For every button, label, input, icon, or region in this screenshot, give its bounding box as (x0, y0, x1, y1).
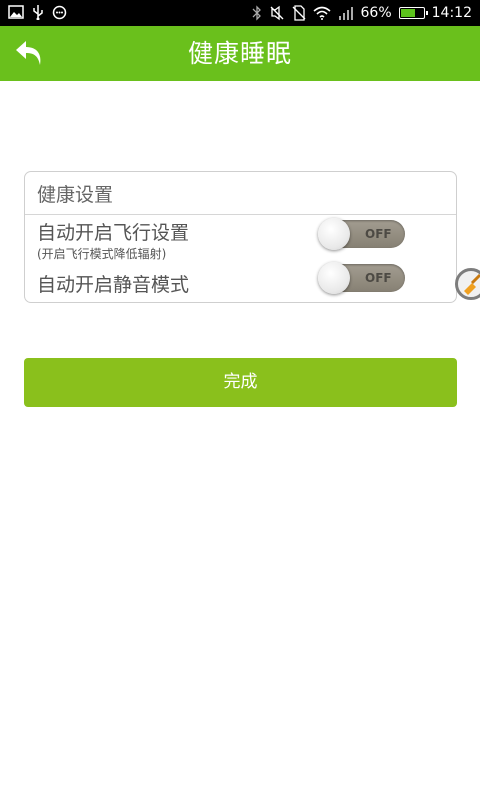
airplane-setting-sublabel: (开启飞行模式降低辐射) (37, 247, 167, 261)
done-button[interactable]: 完成 (24, 358, 457, 407)
airplane-setting-label: 自动开启飞行设置 (37, 222, 190, 244)
vibrate-off-icon (270, 5, 283, 21)
page-title: 健康睡眠 (187, 39, 292, 68)
usb-icon (33, 5, 43, 20)
image-icon (8, 5, 24, 19)
floating-assistant-button[interactable] (455, 268, 480, 300)
battery-icon (398, 7, 428, 19)
silent-mode-toggle[interactable]: OFF (318, 262, 405, 294)
status-bar: 66% 14:12 (0, 0, 480, 26)
bluetooth-icon (252, 5, 261, 21)
signal-icon (338, 7, 353, 20)
status-left-icons (8, 4, 67, 20)
card-divider (25, 214, 456, 215)
no-sim-icon (292, 5, 305, 21)
airplane-mode-toggle[interactable]: OFF (318, 218, 405, 250)
toggle-knob (318, 262, 350, 294)
screen: 66% 14:12 健康睡眠 健康设置 自动开启飞行设置 (开启飞行模式降低辐射… (0, 0, 480, 800)
chat-icon (52, 5, 67, 19)
health-settings-card: 健康设置 自动开启飞行设置 (开启飞行模式降低辐射) OFF 自动开启静音模式 … (24, 171, 457, 303)
section-title: 健康设置 (37, 184, 114, 206)
silent-mode-label: 自动开启静音模式 (37, 274, 190, 296)
toggle-state-label: OFF (365, 271, 392, 285)
title-bar: 健康睡眠 (0, 26, 480, 81)
battery-percent: 66% (360, 5, 392, 21)
toggle-state-label: OFF (365, 227, 392, 241)
status-time: 14:12 (431, 5, 472, 21)
wifi-icon (312, 6, 331, 20)
toggle-knob (318, 218, 350, 250)
broom-icon (464, 273, 480, 295)
status-right-icons: 66% 14:12 (252, 3, 472, 23)
battery-fill (400, 9, 415, 17)
